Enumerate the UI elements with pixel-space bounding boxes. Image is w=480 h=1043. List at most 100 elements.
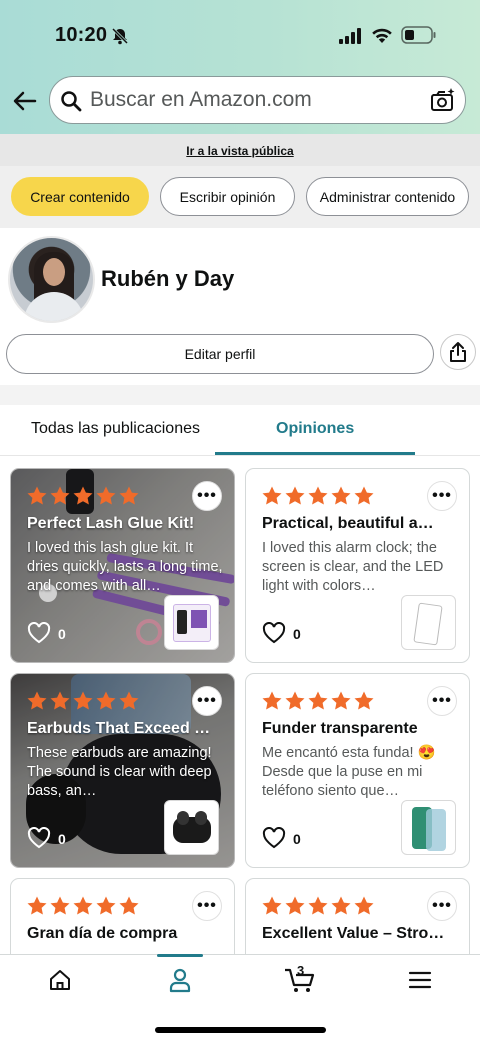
status-time: 10:20 [55,24,108,46]
star-icon [50,486,70,505]
star-icon [50,896,70,915]
review-card[interactable]: ••• Funder transparente Me encantó esta … [245,673,470,868]
search-icon [61,91,82,112]
camera-search-icon[interactable] [430,87,456,113]
bell-slash-icon [111,27,129,45]
star-icon [119,486,139,505]
review-card[interactable]: ••• Perfect Lash Glue Kit! I loved this … [10,468,235,663]
review-title: Perfect Lash Glue Kit! [27,515,195,532]
profile-name: Rubén y Day [101,266,235,291]
section-divider [0,385,480,405]
star-icon [73,486,93,505]
review-title: Earbuds That Exceed … [27,720,211,737]
public-view-link[interactable]: Ir a la vista pública [0,144,480,158]
more-icon[interactable]: ••• [427,481,457,511]
star-icon [119,896,139,915]
battery-icon [401,26,436,44]
star-icon [262,486,282,505]
star-icon [96,486,116,505]
public-view-banner: Ir a la vista pública [0,134,480,166]
like-count: 0 [293,831,301,847]
home-indicator [155,1027,326,1033]
search-input[interactable]: Buscar en Amazon.com [90,88,312,112]
heart-icon[interactable] [262,827,286,849]
star-icon [331,896,351,915]
review-body: These earbuds are amazing! The sound is … [27,745,212,799]
review-title: Gran día de compra [27,925,178,942]
review-body: I loved this alarm clock; the screen is … [262,540,444,594]
star-icon [354,486,374,505]
active-nav-indicator [157,954,203,957]
menu-icon[interactable] [408,970,432,990]
like-count: 0 [58,831,66,847]
rating-stars [26,485,140,506]
star-icon [262,691,282,710]
review-title: Practical, beautiful a… [262,515,434,532]
star-icon [331,486,351,505]
review-title: Funder transparente [262,720,418,737]
profile-actions: Crear contenido Escribir opinión Adminis… [0,166,480,228]
rating-stars [261,485,375,506]
back-arrow-icon[interactable] [10,86,40,116]
edit-profile-button[interactable]: Editar perfil [6,334,434,374]
star-icon [27,691,47,710]
heart-icon[interactable] [27,827,51,849]
rating-stars [261,895,375,916]
tab-all-posts[interactable]: Todas las publicaciones [31,420,200,438]
home-icon[interactable] [48,968,72,992]
review-body: Me encantó esta funda! 😍 Desde que la pu… [262,745,436,799]
star-icon [354,691,374,710]
tab-reviews[interactable]: Opiniones [276,420,354,438]
rating-stars [26,690,140,711]
rating-stars [261,690,375,711]
more-icon[interactable]: ••• [192,891,222,921]
product-thumbnail[interactable] [164,800,219,855]
star-icon [73,691,93,710]
star-icon [308,691,328,710]
star-icon [50,691,70,710]
wifi-icon [372,28,392,43]
avatar[interactable] [8,236,95,323]
review-card[interactable]: ••• Practical, beautiful a… I loved this… [245,468,470,663]
star-icon [308,896,328,915]
star-icon [285,896,305,915]
create-content-button[interactable]: Crear contenido [11,177,149,216]
heart-icon[interactable] [262,622,286,644]
more-icon[interactable]: ••• [192,481,222,511]
star-icon [285,486,305,505]
user-icon[interactable] [168,967,192,993]
cart-count: 3 [297,963,305,978]
star-icon [354,896,374,915]
share-button[interactable] [440,334,476,370]
share-icon [450,342,466,362]
like-count: 0 [58,626,66,642]
star-icon [73,896,93,915]
product-thumbnail[interactable] [164,595,219,650]
star-icon [331,691,351,710]
star-icon [96,691,116,710]
write-review-button[interactable]: Escribir opinión [160,177,295,216]
search-bar[interactable]: Buscar en Amazon.com [49,76,466,124]
product-thumbnail[interactable] [401,800,456,855]
more-icon[interactable]: ••• [192,686,222,716]
tabs-divider [0,455,480,456]
review-title: Excellent Value – Stro… [262,925,445,942]
star-icon [262,896,282,915]
signal-icon [339,28,361,44]
star-icon [285,691,305,710]
like-count: 0 [293,626,301,642]
heart-icon[interactable] [27,622,51,644]
product-thumbnail[interactable] [401,595,456,650]
more-icon[interactable]: ••• [427,686,457,716]
star-icon [308,486,328,505]
manage-content-button[interactable]: Administrar contenido [306,177,469,216]
review-card[interactable]: ••• Earbuds That Exceed … These earbuds … [10,673,235,868]
more-icon[interactable]: ••• [427,891,457,921]
star-icon [27,486,47,505]
star-icon [119,691,139,710]
status-bar: 10:20 [0,0,480,70]
star-icon [27,896,47,915]
review-body: I loved this lash glue kit. It dries qui… [27,540,223,594]
rating-stars [26,895,140,916]
star-icon [96,896,116,915]
